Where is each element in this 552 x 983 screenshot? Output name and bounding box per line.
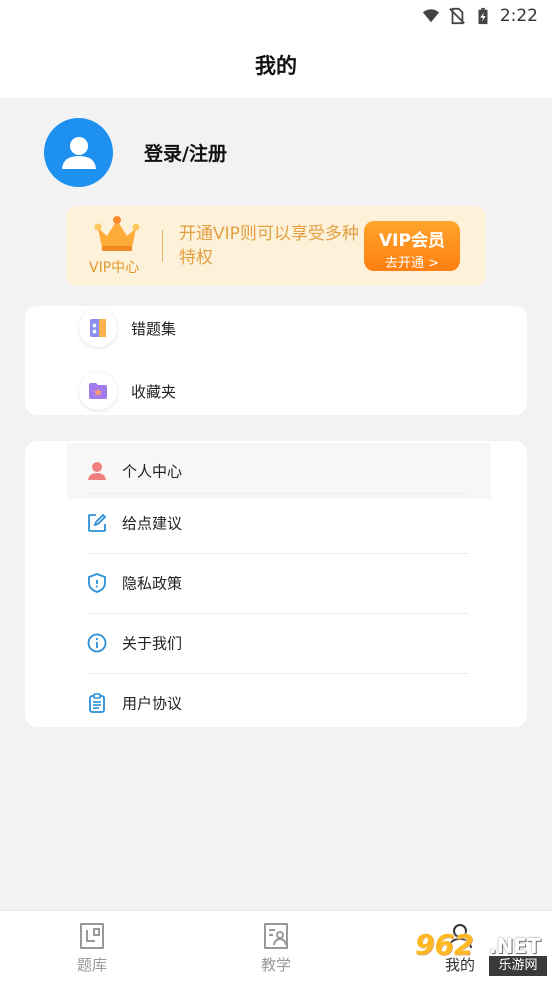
wifi-icon	[422, 9, 439, 23]
vip-center-label: VIP中心	[89, 260, 140, 276]
status-time: 2:22	[499, 6, 538, 26]
quick-item-label: 收藏夹	[131, 382, 177, 401]
nav-label: 我的	[444, 956, 475, 974]
quick-access-card: 错题集 收藏夹	[25, 306, 527, 415]
favorites-item[interactable]: 收藏夹	[25, 364, 527, 418]
page-title: 我的	[255, 54, 297, 78]
title-bar: 我的	[0, 32, 552, 98]
vip-open-button[interactable]: VIP会员 去开通 >	[364, 221, 460, 271]
notebook-icon-wrapper	[79, 309, 117, 347]
clipboard-icon	[89, 693, 105, 713]
menu-item-privacy[interactable]: 隐私政策	[25, 553, 527, 613]
vip-divider	[162, 230, 163, 262]
menu-item-feedback[interactable]: 给点建议	[25, 493, 527, 553]
vip-button-main-label: VIP会员	[379, 231, 445, 251]
menu-item-user-agreement[interactable]: 用户协议	[25, 673, 527, 733]
notebook-icon	[90, 319, 106, 337]
menu-item-label: 隐私政策	[122, 574, 183, 593]
settings-menu-card: 个人中心 给点建议 隐私政策 关于我们 用户协议	[25, 441, 527, 727]
menu-divider	[87, 493, 469, 494]
question-bank-icon	[80, 923, 104, 949]
nav-label: 题库	[76, 956, 107, 974]
login-register-link[interactable]: 登录/注册	[144, 139, 227, 166]
crown-icon	[94, 216, 140, 251]
avatar[interactable]	[44, 118, 113, 187]
menu-item-personal-center[interactable]: 个人中心	[25, 441, 527, 501]
nav-tab-mine[interactable]: 我的	[368, 911, 552, 983]
menu-divider	[87, 553, 469, 554]
shield-icon	[88, 573, 106, 593]
menu-divider	[87, 673, 469, 674]
no-sim-icon	[448, 7, 465, 25]
nav-tab-teaching[interactable]: 教学	[184, 911, 368, 983]
teaching-icon	[264, 923, 288, 949]
menu-divider	[87, 613, 469, 614]
menu-item-label: 关于我们	[122, 634, 183, 653]
person-icon	[88, 462, 106, 480]
status-bar: 2:22	[0, 0, 552, 32]
vip-button-sub-label: 去开通 >	[384, 256, 440, 271]
vip-banner[interactable]: VIP中心 开通VIP则可以享受多种特权 VIP会员 去开通 >	[66, 206, 486, 286]
edit-icon	[88, 513, 107, 532]
menu-item-label: 个人中心	[122, 462, 183, 481]
battery-charging-icon	[478, 7, 488, 25]
nav-tab-question-bank[interactable]: 题库	[0, 911, 184, 983]
menu-item-about[interactable]: 关于我们	[25, 613, 527, 673]
menu-item-label: 用户协议	[122, 694, 183, 713]
bottom-nav: 题库 教学 我的	[0, 910, 552, 983]
quick-item-label: 错题集	[131, 319, 177, 338]
menu-item-label: 给点建议	[122, 514, 183, 533]
nav-label: 教学	[260, 956, 291, 974]
star-folder-icon	[89, 383, 107, 399]
wrong-questions-item[interactable]: 错题集	[25, 301, 527, 355]
mine-icon	[448, 924, 472, 949]
star-folder-icon-wrapper	[79, 372, 117, 410]
info-icon	[87, 633, 107, 653]
user-avatar-icon	[61, 136, 96, 169]
vip-description: 开通VIP则可以享受多种特权	[179, 224, 359, 268]
